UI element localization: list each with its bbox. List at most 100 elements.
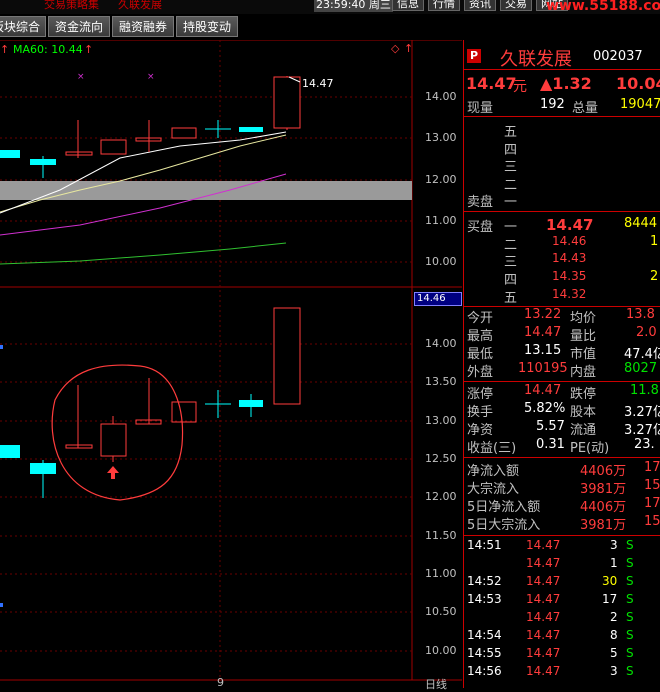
sell-book-label: 卖盘 bbox=[467, 195, 494, 210]
arrow-up-icon[interactable]: ↑ bbox=[404, 42, 413, 55]
lower-candle-8 bbox=[239, 400, 263, 407]
candle-9 bbox=[273, 76, 301, 129]
candle-6 bbox=[171, 127, 197, 139]
lower-candle-9 bbox=[273, 307, 301, 405]
stat-volratio: 2.0 bbox=[636, 325, 657, 340]
svg-text:×: × bbox=[77, 72, 85, 82]
price-tick: 11.00 bbox=[425, 567, 457, 580]
buy-volume: 8444 bbox=[624, 216, 658, 231]
price-change: ▲1.32 bbox=[540, 74, 592, 93]
buy-price[interactable]: 14.35 bbox=[552, 269, 586, 283]
lower-candle-2 bbox=[30, 463, 56, 474]
stat-label-mktcap: 市值 bbox=[570, 347, 597, 362]
ma60-line bbox=[0, 242, 287, 265]
tick-row: 14:53 14.47 17 S bbox=[467, 592, 634, 606]
stat-limitdown: 11.8 bbox=[630, 383, 659, 398]
stat-label-pe: PE(动) bbox=[570, 441, 610, 456]
total-label: 总量 bbox=[572, 101, 599, 116]
price-tick: 12.00 bbox=[425, 490, 457, 503]
buy-volume: 2 bbox=[650, 269, 659, 284]
flow-label: 净流入额 bbox=[467, 464, 520, 479]
stat-label-netasset: 净资 bbox=[467, 423, 494, 438]
price-tick: 10.00 bbox=[425, 644, 457, 657]
candle-1 bbox=[0, 150, 20, 158]
buy-price[interactable]: 14.47 bbox=[546, 216, 593, 234]
high-price-label: 14.47 bbox=[302, 77, 334, 90]
price-tick: 14.00 bbox=[425, 337, 457, 350]
stat-float: 3.27亿 bbox=[624, 423, 660, 438]
tick-row: 14:52 14.47 30 S bbox=[467, 574, 634, 588]
stat-label-avg: 均价 bbox=[570, 311, 597, 326]
price-tick: 10.50 bbox=[425, 605, 457, 618]
trade-button[interactable]: 交易 bbox=[500, 0, 532, 11]
info-button[interactable]: 信息 bbox=[392, 0, 424, 11]
period-label[interactable]: 日线 bbox=[425, 676, 447, 692]
flow-extra: 15 bbox=[644, 478, 660, 493]
sell-level: 三 bbox=[504, 160, 518, 175]
price-unit: 元 bbox=[513, 79, 527, 95]
upper-candles: × × bbox=[0, 72, 301, 178]
tick-row: 14.47 2 S bbox=[526, 610, 634, 624]
last-price: 14.47 bbox=[466, 74, 517, 93]
buy-level: 四 bbox=[504, 273, 518, 288]
candle-3 bbox=[65, 151, 93, 156]
buy-price[interactable]: 14.46 bbox=[552, 234, 586, 248]
flow-label: 5日净流入额 bbox=[467, 500, 541, 515]
quote-button[interactable]: 行情 bbox=[428, 0, 460, 11]
buy-price[interactable]: 14.32 bbox=[552, 287, 586, 301]
stat-shares: 3.27亿 bbox=[624, 405, 660, 420]
flow-value: 3981万 bbox=[580, 482, 627, 497]
sell-level: 一 bbox=[504, 195, 518, 210]
buy-level: 一 bbox=[504, 220, 518, 235]
tick-row: 14:54 14.47 8 S bbox=[467, 628, 634, 642]
watermark: www.55188.com bbox=[546, 0, 660, 14]
tab-holdings[interactable]: 持股变动 bbox=[176, 16, 238, 37]
stat-label-turnover: 换手 bbox=[467, 405, 494, 420]
ma60-label: MA60: 10.44 bbox=[13, 43, 83, 56]
tick-row: 14.47 1 S bbox=[526, 556, 634, 570]
candle-2 bbox=[30, 159, 56, 165]
kline-svg: × × bbox=[0, 40, 462, 681]
news-button[interactable]: 资讯 bbox=[464, 0, 496, 11]
buy-level: 五 bbox=[504, 291, 518, 306]
stat-label-float: 流通 bbox=[570, 423, 597, 438]
lower-candle-3 bbox=[65, 444, 93, 449]
kline-chart[interactable]: × × ↑ MA60: 10.44 ↑ ◇ ↑ 14.47 14.00 13.0… bbox=[0, 40, 462, 691]
tab-margin[interactable]: 融资融券 bbox=[112, 16, 174, 37]
stock-title: 久联发展 bbox=[118, 0, 162, 11]
flow-value: 4406万 bbox=[580, 500, 627, 515]
diamond-icon[interactable]: ◇ bbox=[391, 42, 399, 55]
price-tick: 11.50 bbox=[425, 529, 457, 542]
stat-netasset: 5.57 bbox=[536, 419, 565, 434]
price-tick: 10.00 bbox=[425, 255, 457, 268]
buy-volume: 1 bbox=[650, 234, 659, 249]
ma-arrow-icon: ↑ bbox=[84, 43, 94, 56]
stat-pe: 23. bbox=[634, 437, 655, 452]
clock: 23:59:40 周三 bbox=[314, 0, 393, 12]
price-tick: 13.00 bbox=[425, 414, 457, 427]
lower-candles bbox=[0, 307, 301, 607]
buy-arrow-icon bbox=[107, 466, 119, 479]
stock-name: 久联发展 bbox=[500, 49, 572, 70]
price-tick: 11.00 bbox=[425, 214, 457, 227]
stat-label-volratio: 量比 bbox=[570, 329, 597, 344]
tab-sector[interactable]: 板块综合 bbox=[0, 16, 46, 37]
stat-turnover: 5.82% bbox=[524, 401, 566, 416]
lower-candle-4 bbox=[100, 423, 127, 457]
buy-price[interactable]: 14.43 bbox=[552, 251, 586, 265]
price-tick: 14.00 bbox=[425, 90, 457, 103]
stat-high: 14.47 bbox=[524, 325, 562, 340]
flow-label: 5日大宗流入 bbox=[467, 518, 541, 533]
stat-outer: 110195 bbox=[518, 361, 568, 376]
candle-8 bbox=[239, 127, 263, 132]
tick-row: 14:55 14.47 5 S bbox=[467, 646, 634, 660]
stat-label-eps: 收益(三) bbox=[467, 441, 517, 456]
price-tick: 12.50 bbox=[425, 452, 457, 465]
stat-label-outer: 外盘 bbox=[467, 365, 494, 380]
stock-code: 002037 bbox=[593, 49, 643, 64]
flow-extra: 17 bbox=[644, 496, 660, 511]
tick-row: 14:51 14.47 3 S bbox=[467, 538, 634, 552]
date-tick: 9 bbox=[217, 676, 224, 689]
price-tick: 13.50 bbox=[425, 375, 457, 388]
tab-fund-flow[interactable]: 资金流向 bbox=[48, 16, 110, 37]
